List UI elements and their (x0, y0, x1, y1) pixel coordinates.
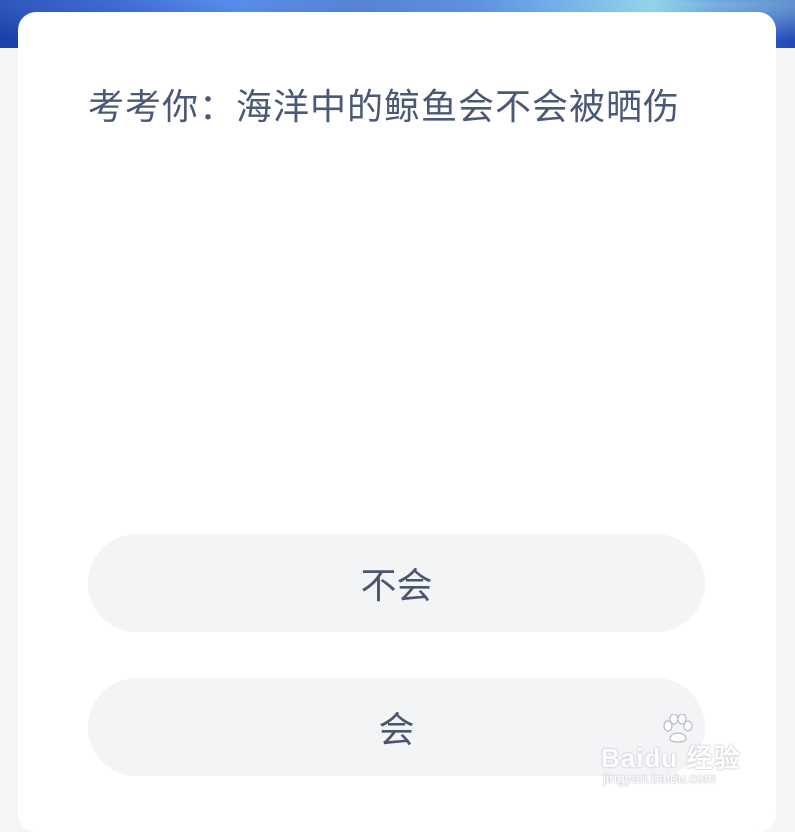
quiz-card: 考考你：海洋中的鲸鱼会不会被晒伤 不会 会 (18, 12, 776, 832)
baidu-jingyan-watermark: Baidu 经验 jingyan.baidu.com (601, 714, 751, 786)
watermark-url: jingyan.baidu.com (603, 770, 716, 786)
answer-option-no[interactable]: 不会 (88, 534, 705, 632)
question-text: 考考你：海洋中的鲸鱼会不会被晒伤 (88, 87, 681, 128)
